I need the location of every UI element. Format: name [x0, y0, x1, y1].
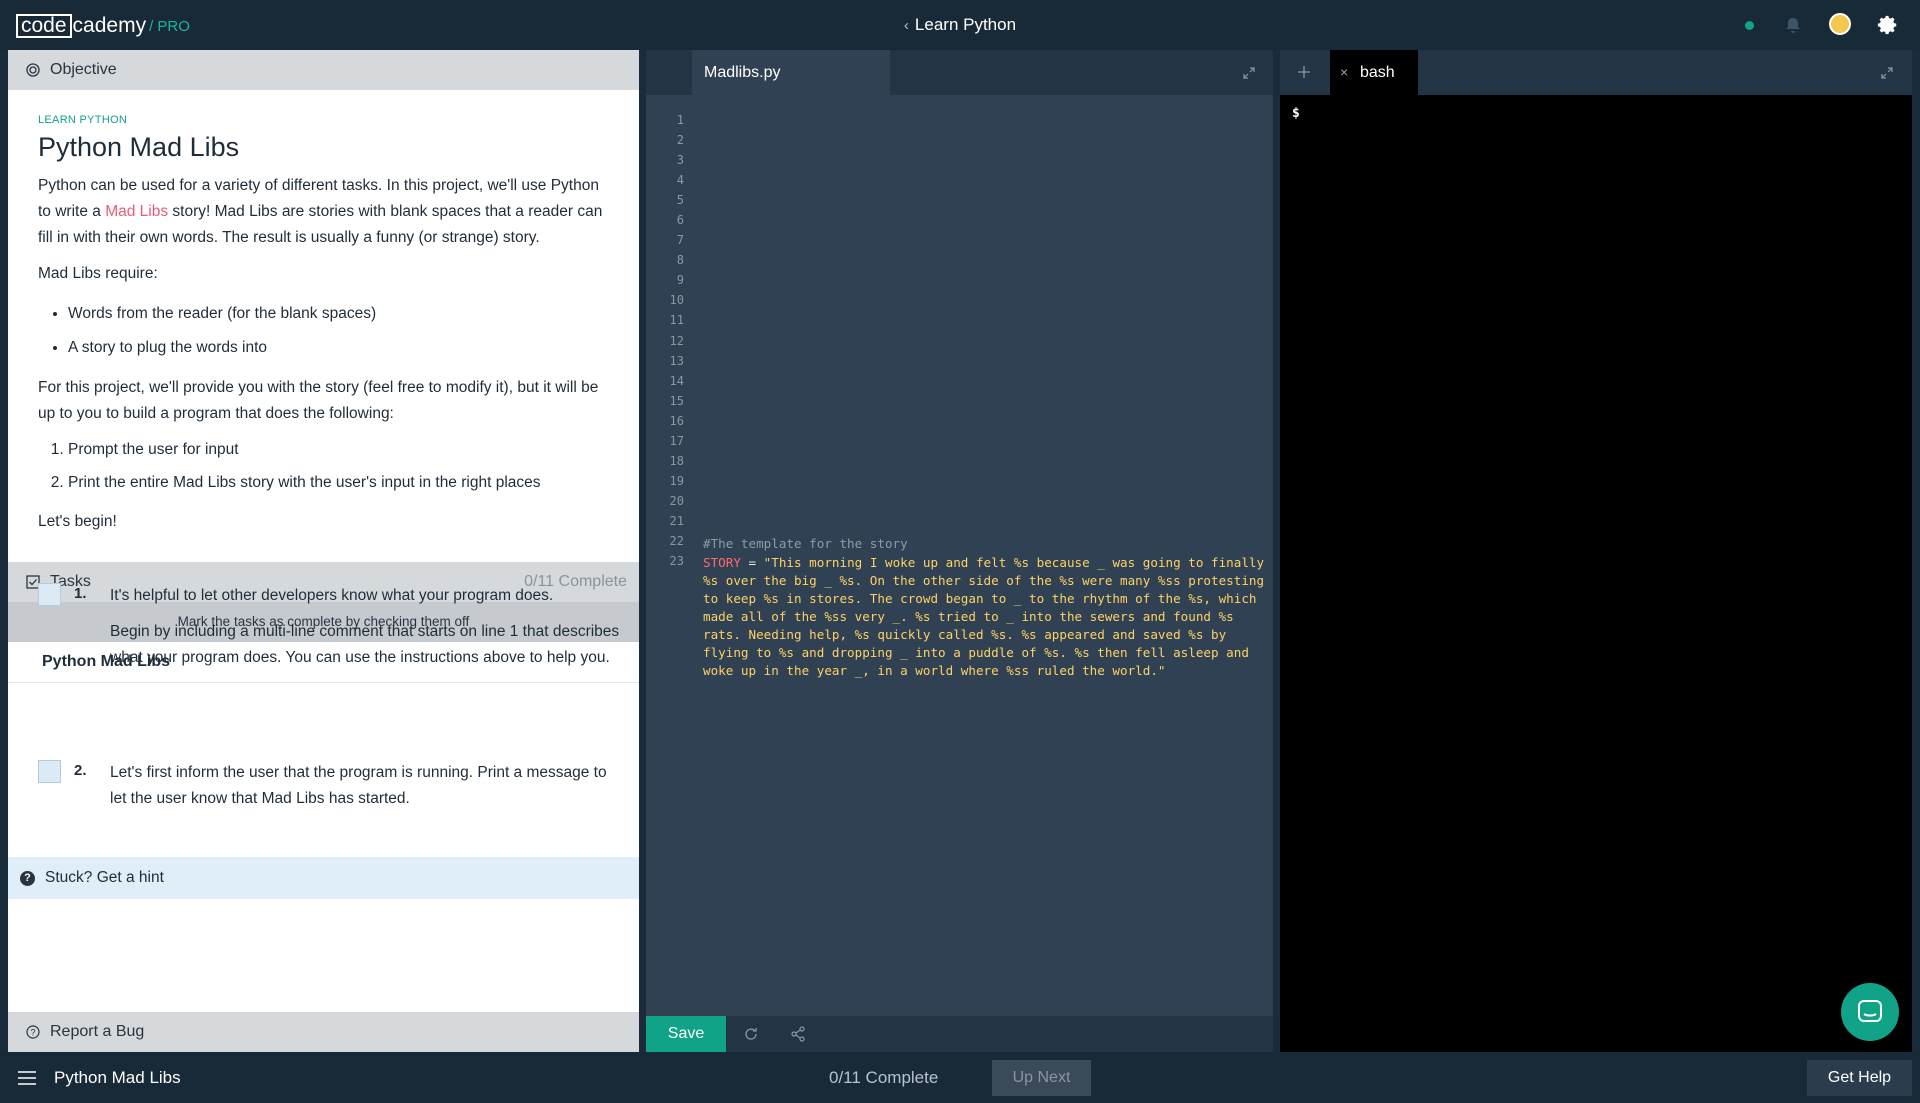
task-checkbox[interactable]	[38, 583, 61, 606]
story-variable: STORY	[703, 555, 741, 570]
terminal-panel: × bash $	[1280, 50, 1912, 1052]
requires-text: Mad Libs require:	[38, 265, 158, 282]
course-title[interactable]: ‹ Learn Python	[0, 15, 1920, 35]
list-item: Words from the reader (for the blank spa…	[68, 297, 609, 331]
task-number: 2.	[74, 762, 87, 779]
bell-icon[interactable]	[1784, 16, 1802, 34]
line-number: 15	[669, 393, 684, 408]
steps-list: Prompt the user for input Print the enti…	[38, 433, 609, 499]
lesson-title[interactable]: Python Mad Libs	[54, 1068, 181, 1088]
chat-button[interactable]	[1841, 983, 1899, 1041]
line-number: 20	[669, 493, 684, 508]
closing-text: Let's begin!	[38, 513, 117, 530]
story-string: "This morning I woke up and felt %s beca…	[703, 555, 1272, 678]
line-number: 9	[676, 273, 684, 288]
line-number: 5	[676, 193, 684, 208]
gear-icon[interactable]	[1877, 14, 1899, 36]
line-number: 14	[669, 373, 684, 388]
intro-paragraph: Python can be used for a variety of diff…	[38, 173, 609, 251]
code-comment: #The template for the story	[703, 536, 908, 551]
top-bar: code cademy / PRO ‹ Learn Python	[0, 0, 1920, 50]
list-item: Print the entire Mad Libs story with the…	[68, 466, 609, 499]
course-title-text: Learn Python	[914, 15, 1017, 34]
code-story-line: STORY = "This morning I woke up and felt…	[703, 554, 1273, 680]
line-number: 18	[669, 453, 684, 468]
task-text: Let's first inform the user that the pro…	[110, 764, 607, 807]
assign-operator: =	[740, 555, 764, 570]
svg-text:?: ?	[30, 1028, 35, 1038]
share-icon[interactable]	[790, 1026, 806, 1042]
get-help-button[interactable]: Get Help	[1807, 1060, 1912, 1096]
line-number: 10	[669, 293, 684, 308]
hint-label: Stuck? Get a hint	[45, 869, 164, 886]
list-item: A story to plug the words into	[68, 331, 609, 365]
editor-tab-bar: Madlibs.py	[646, 50, 1273, 95]
line-number: 22	[669, 533, 684, 548]
up-next-button[interactable]: Up Next	[992, 1060, 1091, 1096]
refresh-icon[interactable]	[743, 1026, 759, 1042]
line-number: 1	[676, 113, 684, 127]
progress-text: 0/11 Complete	[829, 1068, 939, 1087]
code-editor: Madlibs.py 1 2 3 4 5 6 7 8 9 10 11 12 13 14 15 16 17 18 19…	[646, 50, 1273, 1052]
objective-header-label: Objective	[50, 61, 117, 78]
task-checkbox[interactable]	[38, 760, 61, 783]
line-number: 11	[669, 313, 684, 328]
line-number: 6	[676, 213, 684, 228]
line-number: 23	[669, 554, 684, 569]
instructions-panel: Objective LEARN PYTHON Python Mad Libs P…	[8, 50, 639, 1052]
project-title: Python Mad Libs	[38, 132, 240, 162]
objective-header[interactable]: Objective	[8, 50, 639, 90]
course-eyebrow: LEARN PYTHON	[38, 114, 128, 126]
terminal-prompt[interactable]: $	[1292, 106, 1300, 121]
line-number: 2	[676, 133, 684, 148]
project-paragraph: For this project, we'll provide you with…	[38, 379, 599, 422]
close-icon[interactable]: ×	[1340, 64, 1348, 80]
task-summary: It's helpful to let other developers kno…	[110, 587, 554, 604]
expand-icon[interactable]	[1880, 66, 1894, 80]
divider	[8, 682, 639, 683]
help-icon: ?	[20, 870, 35, 886]
hint-bar[interactable]: ? Stuck? Get a hint	[8, 857, 639, 899]
terminal-tab[interactable]: × bash	[1330, 50, 1418, 95]
online-status-dot	[1745, 21, 1754, 30]
objective-body: LEARN PYTHON Python Mad Libs Python can …	[8, 90, 639, 535]
editor-toolbar: Save	[646, 1016, 1273, 1052]
terminal-tab-bar: × bash	[1280, 50, 1912, 95]
line-number: 4	[676, 173, 684, 188]
line-number: 12	[669, 333, 684, 348]
line-number: 3	[676, 153, 684, 168]
list-item: Prompt the user for input	[68, 433, 609, 466]
bottom-bar: Python Mad Libs 0/11 Complete Up Next Ge…	[0, 1052, 1920, 1103]
menu-icon[interactable]	[18, 1071, 36, 1085]
chat-icon	[1858, 1000, 1882, 1022]
code-area[interactable]: #The template for the story STORY = "Thi…	[703, 534, 1273, 680]
plus-icon[interactable]	[1296, 64, 1312, 80]
report-bug-bar[interactable]: ? Report a Bug	[8, 1012, 639, 1052]
line-number: 17	[669, 433, 684, 448]
terminal-tab-label: bash	[1360, 64, 1395, 81]
mad-libs-link[interactable]: Mad Libs	[105, 203, 168, 220]
expand-icon[interactable]	[1242, 66, 1256, 80]
user-avatar[interactable]	[1829, 13, 1851, 35]
question-circle-icon: ?	[26, 1025, 40, 1039]
file-tab[interactable]: Madlibs.py	[692, 50, 890, 95]
task-detail: Begin by including a multi-line comment …	[110, 623, 620, 666]
report-bug-label: Report a Bug	[50, 1023, 145, 1040]
line-number: 16	[669, 413, 684, 428]
line-number: 7	[676, 233, 684, 248]
requirements-list: Words from the reader (for the blank spa…	[38, 297, 609, 365]
line-number: 8	[676, 253, 684, 268]
task-number: 1.	[74, 585, 87, 602]
chevron-left-icon: ‹	[903, 17, 909, 34]
line-number: 19	[669, 473, 684, 488]
line-number-gutter: 1 2 3 4 5 6 7 8 9 10 11 12 13 14 15 16 17 18 19 20 21 22 23	[646, 110, 684, 571]
target-icon	[26, 63, 40, 77]
line-number: 13	[669, 353, 684, 368]
task-text: It's helpful to let other developers kno…	[110, 583, 620, 671]
line-number: 21	[669, 513, 684, 528]
save-button[interactable]: Save	[646, 1016, 726, 1052]
